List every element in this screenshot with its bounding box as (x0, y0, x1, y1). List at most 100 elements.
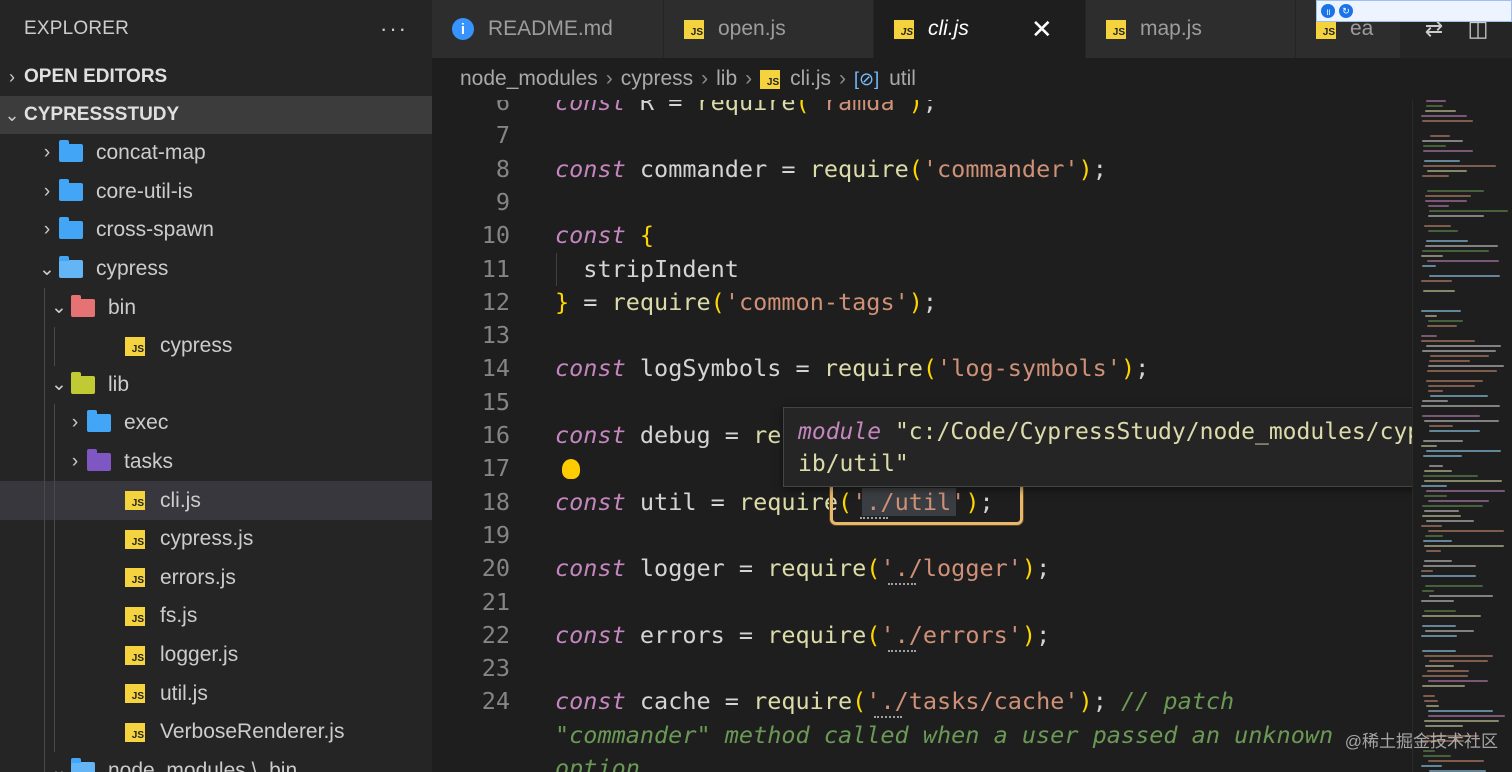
js-file-icon: JS (125, 336, 145, 356)
breadcrumb-item[interactable]: node_modules (460, 67, 598, 91)
code-text: const errors = require('./errors'); (555, 620, 1051, 649)
tree-item[interactable]: › cross-spawn (0, 211, 432, 250)
minimap-line (1423, 540, 1452, 542)
open-editors-section[interactable]: › OPEN EDITORS (0, 58, 432, 96)
js-file-icon: JS (122, 490, 148, 512)
folder-icon (70, 294, 96, 319)
minimap-line (1424, 560, 1452, 562)
tree-item[interactable]: JS VerboseRenderer.js (0, 712, 432, 752)
minimap-line (1421, 525, 1442, 527)
tab-open-js[interactable]: JS open.js (664, 0, 874, 58)
breadcrumb-item[interactable]: JS cli.js (760, 67, 831, 91)
tree-item-label: cli.js (160, 488, 201, 512)
tree-item[interactable]: JS logger.js (0, 635, 432, 675)
close-tab-icon[interactable]: ✕ (1031, 14, 1053, 45)
minimap-line (1428, 680, 1488, 682)
minimap[interactable] (1412, 100, 1512, 772)
minimap-line (1427, 190, 1484, 192)
hint-underline (860, 516, 888, 519)
tree-item[interactable]: JS cli.js (0, 481, 432, 520)
breadcrumb-item[interactable]: cypress (621, 67, 693, 91)
tree-item[interactable]: JS errors.js (0, 558, 432, 598)
tree-item[interactable]: › concat-map (0, 134, 432, 173)
tree-item-label: bin (108, 295, 137, 319)
folder-icon (86, 449, 112, 473)
more-actions-icon[interactable]: ··· (380, 16, 408, 42)
minimap-line (1422, 685, 1465, 687)
js-file-icon: JS (125, 722, 145, 742)
minimap-line (1422, 415, 1480, 417)
code-text: const commander = require('commander'); (555, 154, 1107, 183)
breadcrumb-item[interactable]: lib (716, 67, 737, 91)
minimap-line (1421, 310, 1461, 312)
breadcrumb-item[interactable]: [⊘] util (854, 67, 916, 91)
js-file-icon: JS (1316, 19, 1336, 39)
line-number: 22 (481, 620, 510, 649)
breadcrumb-label: node_modules (460, 67, 598, 90)
minimap-line (1422, 625, 1456, 627)
tree-item[interactable]: ⌄ node_modules \ .bin (0, 751, 432, 772)
indent-guide (44, 326, 45, 366)
chevron-right-icon: › (71, 412, 79, 434)
tree-item[interactable]: JS cypress (0, 326, 432, 366)
chevron-down-icon: ⌄ (51, 760, 67, 772)
tab-label: map.js (1140, 17, 1202, 40)
js-file-icon: JS (894, 19, 914, 39)
minimap-line (1428, 715, 1505, 717)
line-number: 23 (481, 654, 510, 683)
code-line: 20 const logger = require('./logger'); (432, 552, 1412, 585)
code-line: 23 (432, 652, 1412, 685)
tree-item[interactable]: › exec (0, 404, 432, 443)
code-line: 12} = require('common-tags'); (432, 286, 1412, 319)
folder-icon (59, 217, 83, 240)
tree-item[interactable]: JS cypress.js (0, 519, 432, 559)
project-section[interactable]: ⌄ CYPRESSSTUDY (0, 96, 432, 134)
line-number: 19 (481, 520, 510, 549)
tree-item[interactable]: JS util.js (0, 674, 432, 713)
tree-item[interactable]: › core-util-is (0, 173, 432, 212)
indent-guide (54, 558, 55, 598)
tree-item[interactable]: › tasks (0, 442, 432, 482)
minimap-line (1422, 505, 1483, 507)
pause-icon[interactable]: ॥ (1321, 4, 1335, 18)
browser-extension-overlay[interactable]: ॥ ↻ (1316, 0, 1512, 22)
line-number: 11 (481, 254, 510, 283)
minimap-line (1422, 140, 1463, 142)
refresh-icon[interactable]: ↻ (1339, 4, 1353, 18)
breadcrumb-separator: › (605, 67, 613, 90)
indent-guide (44, 442, 45, 482)
minimap-line (1428, 710, 1493, 712)
minimap-line (1423, 290, 1455, 292)
code-line: 21 (432, 586, 1412, 619)
line-number: 18 (481, 487, 510, 516)
code-text: const logger = require('./logger'); (555, 554, 1051, 583)
tree-item[interactable]: ⌄ lib (0, 365, 432, 405)
line-number: 9 (495, 187, 510, 216)
indent-guide (44, 674, 45, 713)
js-file-icon: JS (122, 644, 148, 666)
minimap-line (1425, 535, 1443, 537)
tab-cli-js[interactable]: JS cli.js ✕ (874, 0, 1086, 58)
chevron-down-icon: ⌄ (39, 258, 55, 280)
tree-item[interactable]: ⌄ cypress (0, 250, 432, 289)
tree-item[interactable]: JS fs.js (0, 597, 432, 636)
wrapped-comment: "commander" method called when a user pa… (555, 720, 1334, 749)
minimap-line (1429, 210, 1508, 212)
minimap-line (1422, 615, 1481, 617)
lightbulb-icon[interactable] (560, 456, 582, 482)
minimap-line (1430, 395, 1488, 397)
minimap-line (1422, 265, 1436, 267)
minimap-line (1421, 485, 1447, 487)
code-line: 24 const cache = require('./tasks/cache')… (432, 685, 1412, 718)
minimap-line (1426, 380, 1483, 382)
breadcrumb-separator: › (745, 67, 753, 90)
minimap-line (1422, 175, 1449, 177)
tab-README-md[interactable]: i README.md (432, 0, 664, 58)
minimap-line (1429, 425, 1453, 427)
line-number: 20 (481, 554, 510, 583)
tab-map-js[interactable]: JS map.js (1086, 0, 1296, 58)
tree-item[interactable]: ⌄ bin (0, 288, 432, 327)
tree-item-label: VerboseRenderer.js (160, 720, 345, 744)
folder-icon (71, 757, 95, 772)
chevron-down-icon: ⌄ (4, 104, 20, 125)
